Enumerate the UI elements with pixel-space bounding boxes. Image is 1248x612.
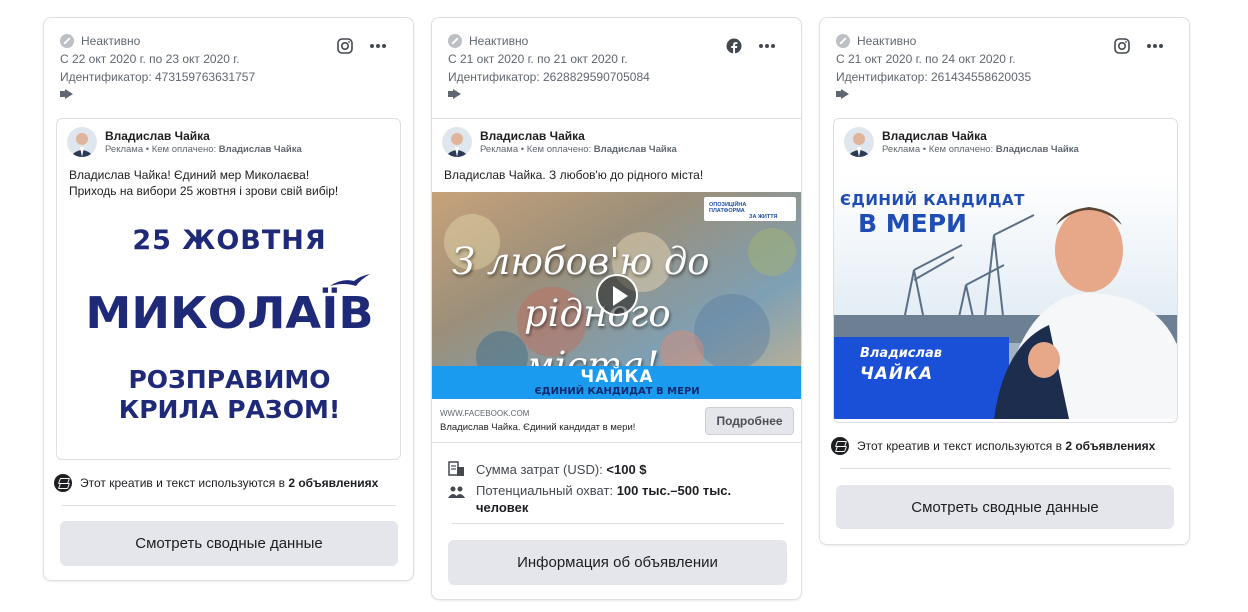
instagram-icon bbox=[337, 38, 353, 54]
megaphone-icon bbox=[448, 89, 462, 99]
band-logo: ЧАЙКА bbox=[580, 367, 654, 387]
avatar[interactable] bbox=[442, 127, 472, 157]
status-text: Неактивно bbox=[857, 34, 917, 48]
see-summary-button[interactable]: Смотреть сводные данные bbox=[836, 485, 1174, 529]
ad-video[interactable]: ОПОЗИЦІЙНА ПЛАТФОРМА ЗА ЖИТТЯ З любов'ю … bbox=[432, 192, 801, 399]
poster-headline: ЄДИНИЙ КАНДИДАТ bbox=[840, 191, 1025, 209]
more-options-icon[interactable] bbox=[1147, 44, 1163, 48]
ad-id: Идентификатор: 473159763631757 bbox=[60, 70, 256, 84]
status-text: Неактивно bbox=[469, 34, 529, 48]
spend-icon bbox=[448, 461, 464, 476]
date-range: С 21 окт 2020 г. по 24 окт 2020 г. bbox=[836, 52, 1016, 66]
creative-usage-row: Этот креатив и текст используются в 2 об… bbox=[54, 474, 378, 492]
sponsored-line: Реклама • Кем оплачено: Владислав Чайка bbox=[882, 144, 1079, 155]
poster-headline-2: В МЕРИ bbox=[858, 209, 967, 238]
megaphone-icon bbox=[836, 89, 850, 99]
avatar[interactable] bbox=[67, 127, 97, 157]
layers-icon bbox=[54, 474, 72, 492]
link-domain: WWW.FACEBOOK.COM bbox=[440, 409, 530, 418]
creative-usage-row: Этот креатив и текст используются в 2 об… bbox=[831, 437, 1155, 455]
page-name[interactable]: Владислав Чайка bbox=[105, 129, 302, 143]
ad-card-header: Неактивно С 22 окт 2020 г. по 23 окт 202… bbox=[44, 18, 413, 116]
ad-creative-image: 25 ЖОВТНЯ МИКОЛАЇВ РОЗПРАВИМО КРИЛА РАЗО… bbox=[67, 225, 392, 435]
page-name[interactable]: Владислав Чайка bbox=[480, 129, 677, 143]
reach-row: Потенциальный охват: 100 тыс.–500 тыс. ч… bbox=[448, 482, 731, 516]
see-summary-button[interactable]: Смотреть сводные данные bbox=[60, 521, 398, 566]
instagram-icon bbox=[1114, 38, 1130, 54]
facebook-icon bbox=[726, 38, 742, 54]
seagull-logo-icon bbox=[330, 274, 370, 286]
divider bbox=[452, 523, 784, 524]
poster-name: Владислав ЧАЙКА bbox=[860, 346, 943, 384]
date-range: С 21 окт 2020 г. по 21 окт 2020 г. bbox=[448, 52, 628, 66]
divider bbox=[840, 468, 1171, 469]
page-name[interactable]: Владислав Чайка bbox=[882, 129, 1079, 143]
inactive-status-icon bbox=[60, 34, 74, 48]
ad-preview: Владислав Чайка Реклама • Кем оплачено: … bbox=[432, 118, 801, 443]
inactive-status-icon bbox=[836, 34, 850, 48]
ad-card-2: Неактивно С 21 окт 2020 г. по 21 окт 202… bbox=[431, 17, 802, 600]
party-logo: ОПОЗИЦІЙНА ПЛАТФОРМА ЗА ЖИТТЯ bbox=[704, 197, 796, 221]
link-footer[interactable]: WWW.FACEBOOK.COM Владислав Чайка. Єдиний… bbox=[440, 409, 635, 433]
ad-card-1: Неактивно С 22 окт 2020 г. по 23 окт 202… bbox=[43, 17, 414, 581]
avatar[interactable] bbox=[844, 127, 874, 157]
page-header: Владислав Чайка Реклама • Кем оплачено: … bbox=[57, 119, 400, 163]
people-icon bbox=[448, 486, 465, 498]
ad-id: Идентификатор: 261434558620035 bbox=[836, 70, 1032, 84]
divider bbox=[62, 505, 396, 506]
inactive-status-icon bbox=[448, 34, 462, 48]
page-header: Владислав Чайка Реклама • Кем оплачено: … bbox=[432, 119, 801, 163]
link-title: Владислав Чайка. Єдиний кандидат в мери! bbox=[440, 422, 636, 433]
sponsored-line: Реклама • Кем оплачено: Владислав Чайка bbox=[480, 144, 677, 155]
ad-details-button[interactable]: Информация об объявлении bbox=[448, 540, 787, 585]
ad-card-header: Неактивно С 21 окт 2020 г. по 24 окт 202… bbox=[820, 18, 1189, 116]
ad-creative-image: ЄДИНИЙ КАНДИДАТ В МЕРИ Владислав ЧАЙКА bbox=[834, 175, 1177, 419]
ad-preview: Владислав Чайка Реклама • Кем оплачено: … bbox=[833, 118, 1178, 423]
ad-id: Идентификатор: 2628829590705084 bbox=[448, 70, 650, 84]
sponsored-line: Реклама • Кем оплачено: Владислав Чайка bbox=[105, 144, 302, 155]
ad-body-text: Владислав Чайка! Єдиний мер Миколаєва! П… bbox=[69, 168, 339, 198]
layers-icon bbox=[831, 437, 849, 455]
poster-date: 25 ЖОВТНЯ bbox=[132, 225, 327, 256]
video-caption-band: ЧАЙКА ЄДИНИЙ КАНДИДАТ В МЕРИ bbox=[432, 366, 801, 399]
page-header: Владислав Чайка Реклама • Кем оплачено: … bbox=[834, 119, 1177, 163]
play-button-icon[interactable] bbox=[596, 274, 638, 316]
ad-card-header: Неактивно С 21 окт 2020 г. по 21 окт 202… bbox=[432, 18, 801, 116]
date-range: С 22 окт 2020 г. по 23 окт 2020 г. bbox=[60, 52, 240, 66]
ad-card-3: Неактивно С 21 окт 2020 г. по 24 окт 202… bbox=[819, 17, 1190, 545]
more-options-icon[interactable] bbox=[370, 44, 386, 48]
poster-slogan: РОЗПРАВИМО КРИЛА РАЗОМ! bbox=[118, 365, 341, 424]
ad-body-text: Владислав Чайка. З любов'ю до рідного мі… bbox=[444, 168, 704, 182]
poster-city: МИКОЛАЇВ bbox=[85, 288, 374, 339]
band-subtitle: ЄДИНИЙ КАНДИДАТ В МЕРИ bbox=[534, 386, 700, 397]
ad-preview: Владислав Чайка Реклама • Кем оплачено: … bbox=[56, 118, 401, 460]
spend-row: Сумма затрат (USD): <100 $ bbox=[448, 461, 647, 478]
megaphone-icon bbox=[60, 89, 74, 99]
status-text: Неактивно bbox=[81, 34, 141, 48]
learn-more-button[interactable]: Подробнее bbox=[705, 407, 794, 435]
more-options-icon[interactable] bbox=[759, 44, 775, 48]
